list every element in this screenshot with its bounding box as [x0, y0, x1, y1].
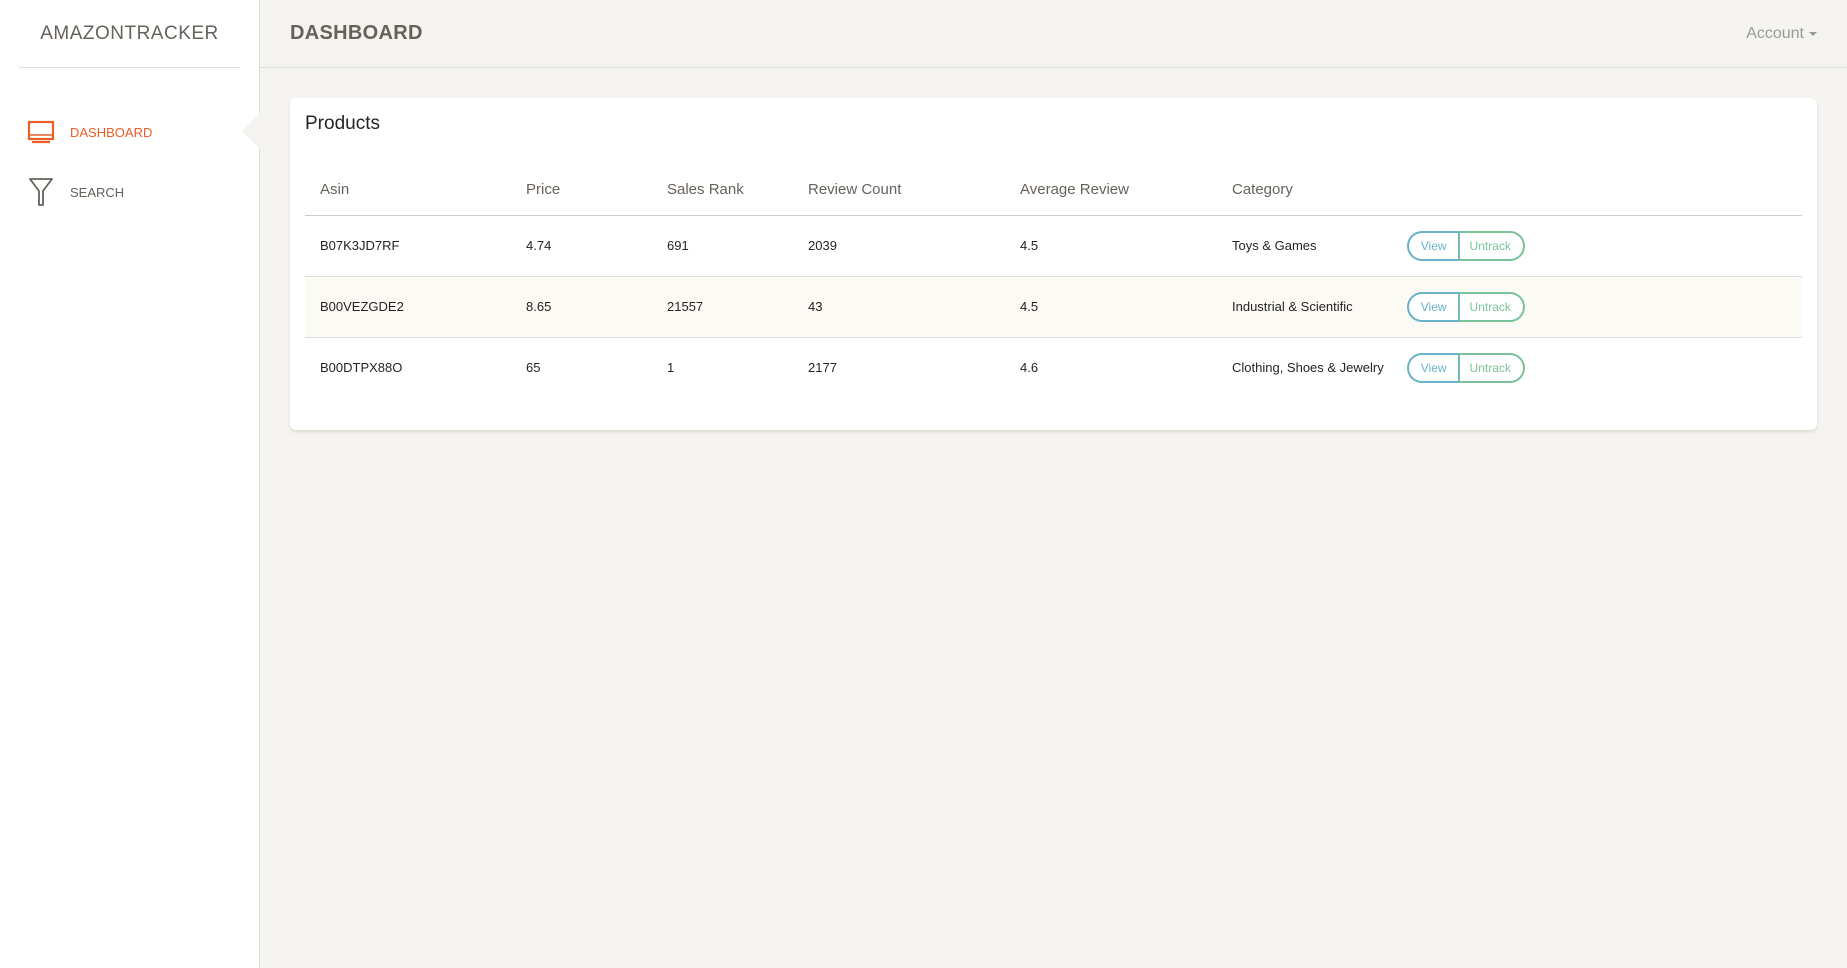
cell-average-review: 4.5: [1005, 215, 1217, 277]
untrack-button[interactable]: Untrack: [1458, 291, 1525, 322]
table-row: B00VEZGDE2 8.65 21557 43 4.5 Industrial …: [305, 276, 1802, 338]
brand-logo[interactable]: AMAZONTRACKER: [19, 0, 240, 68]
main-panel: DASHBOARD Account Products Asin Price Sa…: [260, 0, 1847, 968]
products-table: Asin Price Sales Rank Review Count Avera…: [305, 165, 1802, 398]
cell-review-count: 43: [793, 276, 1005, 338]
cell-category: Toys & Games: [1217, 215, 1392, 277]
table-header-row: Asin Price Sales Rank Review Count Avera…: [305, 165, 1802, 216]
cell-average-review: 4.6: [1020, 360, 1039, 376]
account-label: Account: [1746, 24, 1804, 42]
active-indicator: [242, 113, 260, 149]
cell-actions: View Untrack: [1391, 276, 1802, 338]
untrack-button[interactable]: Untrack: [1458, 352, 1525, 383]
page-title: DASHBOARD: [290, 22, 423, 44]
cell-average-review: 4.5: [1005, 276, 1217, 338]
column-header-price: Price: [511, 165, 652, 216]
column-header-category: Category: [1217, 165, 1392, 216]
table-row: B00DTPX88O 65 1 2177 4.6 Clothing, Shoes…: [305, 337, 1802, 398]
untrack-button[interactable]: Untrack: [1458, 230, 1525, 261]
sidebar-item-search[interactable]: SEARCH: [0, 162, 259, 222]
column-header-review-count: Review Count: [793, 165, 1005, 216]
view-button[interactable]: View: [1406, 352, 1459, 383]
account-dropdown[interactable]: Account: [1746, 25, 1817, 43]
cell-price: 8.65: [511, 276, 652, 338]
sidebar-item-dashboard[interactable]: DASHBOARD: [0, 102, 259, 162]
cell-actions: View Untrack: [1391, 215, 1802, 277]
table-row: B07K3JD7RF 4.74 691 2039 4.5 Toys & Game…: [305, 215, 1802, 277]
cell-asin: B07K3JD7RF: [305, 215, 511, 277]
cell-review-count: 2177: [808, 360, 837, 376]
cell-sales-rank: 21557: [652, 276, 793, 338]
column-header-actions: [1391, 165, 1802, 216]
cell-category: Clothing, Shoes & Jewelry: [1232, 360, 1384, 376]
filter-icon: [26, 177, 56, 207]
cell-price: 4.74: [511, 215, 652, 277]
cell-asin: B00VEZGDE2: [305, 276, 511, 338]
monitor-icon: [26, 117, 56, 147]
top-navbar: DASHBOARD Account: [260, 0, 1847, 68]
cell-sales-rank: 1: [667, 360, 675, 376]
column-header-sales-rank: Sales Rank: [652, 165, 793, 216]
sidebar-nav: DASHBOARD SEARCH: [0, 102, 260, 222]
row-actions: View Untrack: [1406, 230, 1525, 261]
cell-price: 65: [526, 360, 541, 376]
column-header-average-review: Average Review: [1005, 165, 1217, 216]
row-actions: View Untrack: [1406, 291, 1525, 322]
cell-asin: B00DTPX88O: [320, 360, 403, 376]
products-card: Products Asin Price Sales Rank Review Co…: [290, 98, 1817, 430]
row-actions: View Untrack: [1406, 352, 1525, 383]
view-button[interactable]: View: [1406, 291, 1459, 322]
cell-review-count: 2039: [793, 215, 1005, 277]
column-header-asin: Asin: [305, 165, 511, 216]
chevron-down-icon: [1809, 31, 1817, 36]
cell-actions: View Untrack: [1392, 337, 1802, 398]
cell-category: Industrial & Scientific: [1217, 276, 1392, 338]
sidebar: AMAZONTRACKER DASHBOARD SEARCH: [0, 0, 260, 968]
sidebar-item-label: DASHBOARD: [70, 124, 153, 140]
sidebar-item-label: SEARCH: [70, 184, 125, 200]
view-button[interactable]: View: [1406, 230, 1459, 261]
card-title: Products: [305, 113, 380, 134]
cell-sales-rank: 691: [652, 215, 793, 277]
